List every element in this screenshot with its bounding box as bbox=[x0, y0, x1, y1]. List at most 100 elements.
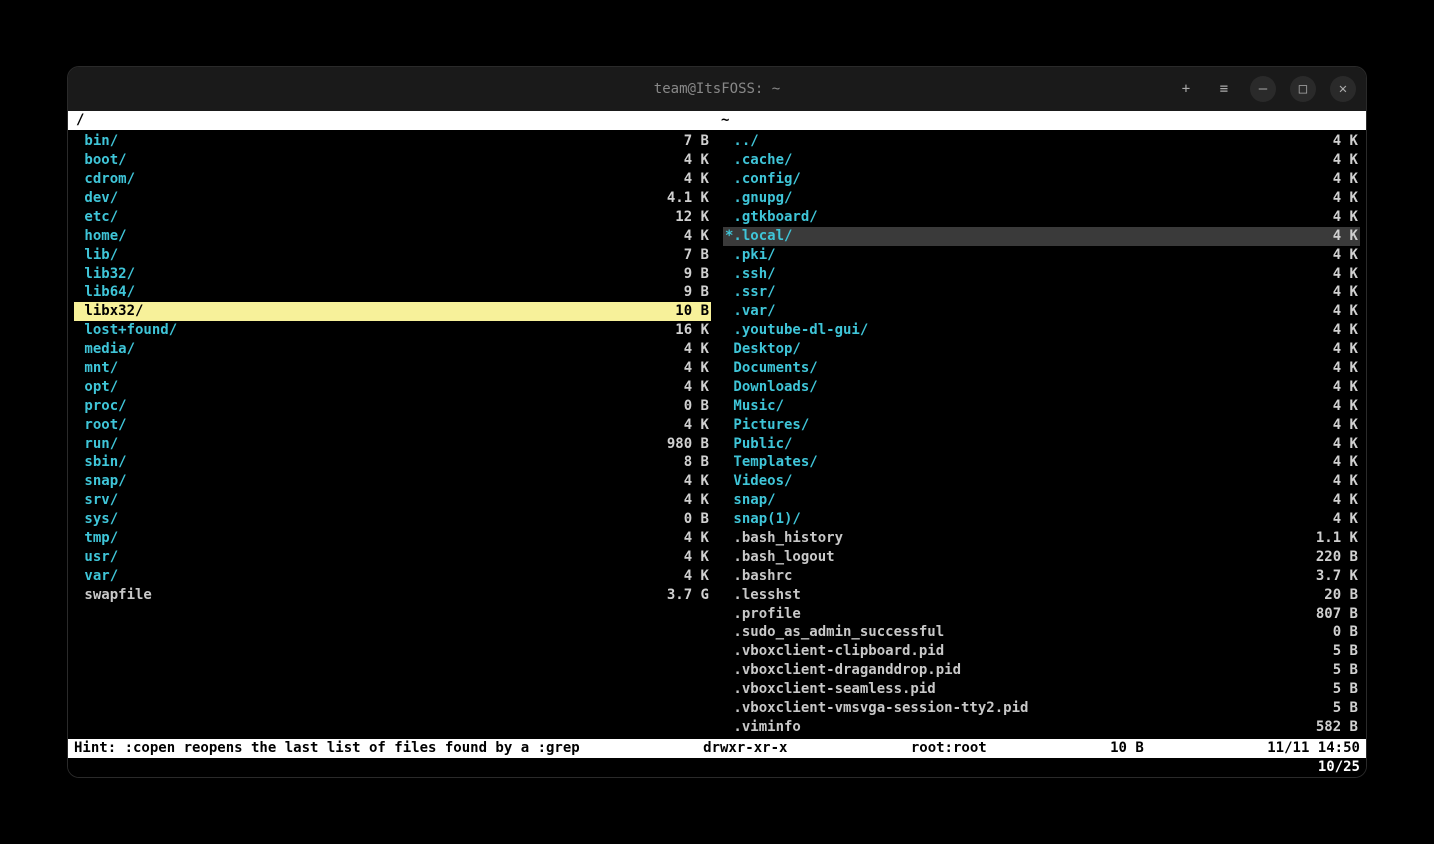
list-item[interactable]: lib32/9 B bbox=[74, 265, 711, 284]
list-item[interactable]: Templates/4 K bbox=[723, 453, 1360, 472]
list-item[interactable]: sys/0 B bbox=[74, 510, 711, 529]
list-item[interactable]: run/980 B bbox=[74, 435, 711, 454]
list-item[interactable]: var/4 K bbox=[74, 567, 711, 586]
list-item[interactable]: proc/0 B bbox=[74, 397, 711, 416]
list-item[interactable]: srv/4 K bbox=[74, 491, 711, 510]
list-item[interactable]: Videos/4 K bbox=[723, 472, 1360, 491]
file-name: .bashrc bbox=[725, 567, 1288, 586]
list-item[interactable]: .cache/4 K bbox=[723, 151, 1360, 170]
list-item[interactable]: .bash_history1.1 K bbox=[723, 529, 1360, 548]
list-item[interactable]: snap/4 K bbox=[74, 472, 711, 491]
left-pane-path: / bbox=[74, 111, 715, 130]
list-item[interactable]: mnt/4 K bbox=[74, 359, 711, 378]
list-item[interactable]: *.local/4 K bbox=[723, 227, 1360, 246]
panes-container: bin/7 B boot/4 K cdrom/4 K dev/4.1 K etc… bbox=[68, 130, 1366, 739]
file-size: 8 B bbox=[639, 453, 709, 472]
directory-name: Downloads/ bbox=[725, 378, 1288, 397]
titlebar: team@ItsFOSS: ~ + ≡ — □ ✕ bbox=[68, 67, 1366, 111]
directory-name: lost+found/ bbox=[76, 321, 639, 340]
file-name: .sudo_as_admin_successful bbox=[725, 623, 1288, 642]
list-item[interactable]: Desktop/4 K bbox=[723, 340, 1360, 359]
list-item[interactable]: .bash_logout220 B bbox=[723, 548, 1360, 567]
list-item[interactable]: .youtube-dl-gui/4 K bbox=[723, 321, 1360, 340]
list-item[interactable]: etc/12 K bbox=[74, 208, 711, 227]
file-size: 980 B bbox=[639, 435, 709, 454]
list-item[interactable]: .ssh/4 K bbox=[723, 265, 1360, 284]
directory-name: snap/ bbox=[76, 472, 639, 491]
directory-name: Music/ bbox=[725, 397, 1288, 416]
file-name: .vboxclient-clipboard.pid bbox=[725, 642, 1288, 661]
list-item[interactable]: Pictures/4 K bbox=[723, 416, 1360, 435]
list-item[interactable]: Documents/4 K bbox=[723, 359, 1360, 378]
list-item[interactable]: .pki/4 K bbox=[723, 246, 1360, 265]
list-item[interactable]: sbin/8 B bbox=[74, 453, 711, 472]
list-item[interactable]: lib64/9 B bbox=[74, 283, 711, 302]
list-item[interactable]: ../4 K bbox=[723, 132, 1360, 151]
file-name: .vboxclient-seamless.pid bbox=[725, 680, 1288, 699]
directory-name: media/ bbox=[76, 340, 639, 359]
file-size: 4 K bbox=[1288, 510, 1358, 529]
file-size: 5 B bbox=[1288, 680, 1358, 699]
list-item[interactable]: .viminfo582 B bbox=[723, 718, 1360, 737]
list-item[interactable]: Music/4 K bbox=[723, 397, 1360, 416]
file-name: .profile bbox=[725, 605, 1288, 624]
list-item[interactable]: .gtkboard/4 K bbox=[723, 208, 1360, 227]
directory-name: Templates/ bbox=[725, 453, 1288, 472]
list-item[interactable]: snap(1)/4 K bbox=[723, 510, 1360, 529]
list-item[interactable]: .vboxclient-draganddrop.pid5 B bbox=[723, 661, 1360, 680]
list-item[interactable]: Downloads/4 K bbox=[723, 378, 1360, 397]
directory-name: .cache/ bbox=[725, 151, 1288, 170]
file-size: 4 K bbox=[639, 170, 709, 189]
list-item[interactable]: opt/4 K bbox=[74, 378, 711, 397]
list-item[interactable]: media/4 K bbox=[74, 340, 711, 359]
list-item[interactable]: .var/4 K bbox=[723, 302, 1360, 321]
file-size: 4 K bbox=[1288, 283, 1358, 302]
right-pane[interactable]: ../4 K .cache/4 K .config/4 K .gnupg/4 K… bbox=[717, 130, 1366, 739]
directory-name: lib32/ bbox=[76, 265, 639, 284]
list-item[interactable]: bin/7 B bbox=[74, 132, 711, 151]
list-item[interactable]: .lesshst20 B bbox=[723, 586, 1360, 605]
list-item[interactable]: .vboxclient-seamless.pid5 B bbox=[723, 680, 1360, 699]
list-item[interactable]: Public/4 K bbox=[723, 435, 1360, 454]
file-size: 9 B bbox=[639, 265, 709, 284]
list-item[interactable]: snap/4 K bbox=[723, 491, 1360, 510]
list-item[interactable]: lib/7 B bbox=[74, 246, 711, 265]
list-item[interactable]: tmp/4 K bbox=[74, 529, 711, 548]
list-item[interactable]: .gnupg/4 K bbox=[723, 189, 1360, 208]
directory-name: bin/ bbox=[76, 132, 639, 151]
list-item[interactable]: swapfile3.7 G bbox=[74, 586, 711, 605]
menu-icon[interactable]: ≡ bbox=[1212, 77, 1236, 101]
list-item[interactable]: usr/4 K bbox=[74, 548, 711, 567]
maximize-icon[interactable]: □ bbox=[1290, 76, 1316, 102]
list-item[interactable]: root/4 K bbox=[74, 416, 711, 435]
list-item[interactable]: .ssr/4 K bbox=[723, 283, 1360, 302]
file-size: 4 K bbox=[1288, 189, 1358, 208]
list-item[interactable]: lost+found/16 K bbox=[74, 321, 711, 340]
list-item[interactable]: boot/4 K bbox=[74, 151, 711, 170]
list-item[interactable]: .config/4 K bbox=[723, 170, 1360, 189]
new-tab-icon[interactable]: + bbox=[1174, 77, 1198, 101]
directory-name: .config/ bbox=[725, 170, 1288, 189]
directory-name: .gtkboard/ bbox=[725, 208, 1288, 227]
file-size: 4 K bbox=[1288, 246, 1358, 265]
file-size: 4 K bbox=[639, 340, 709, 359]
list-item[interactable]: cdrom/4 K bbox=[74, 170, 711, 189]
status-hint: Hint: :copen reopens the last list of fi… bbox=[74, 739, 580, 758]
list-item[interactable]: .profile807 B bbox=[723, 605, 1360, 624]
directory-name: home/ bbox=[76, 227, 639, 246]
list-item[interactable]: .vboxclient-vmsvga-session-tty2.pid5 B bbox=[723, 699, 1360, 718]
list-item[interactable]: .sudo_as_admin_successful0 B bbox=[723, 623, 1360, 642]
list-item[interactable]: libx32/10 B bbox=[74, 302, 711, 321]
list-item[interactable]: dev/4.1 K bbox=[74, 189, 711, 208]
directory-name: boot/ bbox=[76, 151, 639, 170]
list-item[interactable]: .bashrc3.7 K bbox=[723, 567, 1360, 586]
minimize-icon[interactable]: — bbox=[1250, 76, 1276, 102]
file-size: 4 K bbox=[1288, 170, 1358, 189]
file-size: 0 B bbox=[1288, 623, 1358, 642]
list-item[interactable]: .vboxclient-clipboard.pid5 B bbox=[723, 642, 1360, 661]
list-item[interactable]: home/4 K bbox=[74, 227, 711, 246]
left-pane[interactable]: bin/7 B boot/4 K cdrom/4 K dev/4.1 K etc… bbox=[68, 130, 717, 739]
directory-name: lib64/ bbox=[76, 283, 639, 302]
close-icon[interactable]: ✕ bbox=[1330, 76, 1356, 102]
file-name: swapfile bbox=[76, 586, 639, 605]
